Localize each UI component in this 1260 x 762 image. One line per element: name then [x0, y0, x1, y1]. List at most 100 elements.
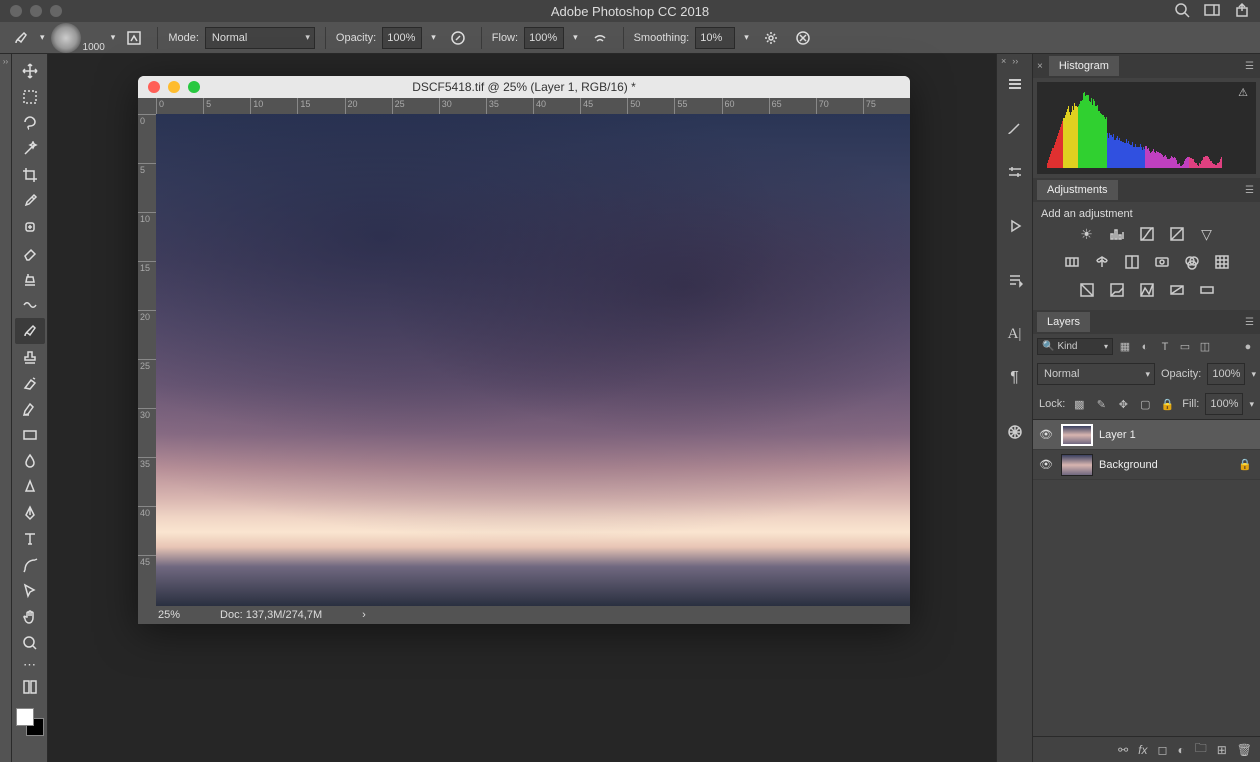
filter-type-icon[interactable]: T	[1157, 339, 1173, 355]
edit-toolbar-icon[interactable]	[15, 674, 45, 700]
mixer-icon[interactable]	[1183, 253, 1201, 271]
fill-value[interactable]: 100%	[1205, 393, 1243, 415]
histogram-body[interactable]: ⚠	[1037, 82, 1256, 174]
smoothing-chevron[interactable]: ▾	[741, 32, 752, 43]
bucket-tool[interactable]	[15, 422, 45, 448]
stamp-tool[interactable]	[15, 344, 45, 370]
gradient-map-icon[interactable]	[1198, 281, 1216, 299]
link-icon[interactable]: ⚯	[1118, 743, 1128, 757]
pressure-opacity-icon[interactable]	[445, 25, 471, 51]
blur-tool[interactable]	[15, 448, 45, 474]
character-icon[interactable]: A|	[1001, 320, 1029, 348]
direct-select-tool[interactable]	[15, 578, 45, 604]
opacity-chevron[interactable]: ▾	[428, 32, 439, 43]
flow-value[interactable]: 100%	[524, 27, 564, 49]
panel-menu-icon[interactable]: ☰	[1245, 185, 1254, 196]
delete-icon[interactable]: 🗑	[1237, 743, 1252, 757]
tool-preset-chevron[interactable]: ▾	[40, 32, 45, 43]
curves-icon[interactable]	[1138, 225, 1156, 243]
photo-filter-icon[interactable]	[1153, 253, 1171, 271]
eyedropper-tool[interactable]	[15, 188, 45, 214]
layers-list[interactable]: 👁Layer 1👁Background🔒	[1033, 420, 1260, 736]
panel-menu-icon[interactable]: ☰	[1245, 61, 1254, 72]
more-tools[interactable]: ⋯	[15, 656, 45, 674]
zoom-tool[interactable]	[15, 630, 45, 656]
magic-wand-tool[interactable]	[15, 136, 45, 162]
bw-icon[interactable]	[1123, 253, 1141, 271]
flow-chevron[interactable]: ▾	[570, 32, 581, 43]
symmetry-icon[interactable]	[790, 25, 816, 51]
balance-icon[interactable]	[1093, 253, 1111, 271]
doc-info[interactable]: Doc: 137,3M/274,7M	[220, 609, 322, 621]
visibility-icon[interactable]: 👁	[1037, 458, 1055, 471]
workspace-icon[interactable]	[1204, 2, 1220, 21]
brightness-icon[interactable]: ☀	[1078, 225, 1096, 243]
close-icon[interactable]: ×	[1037, 61, 1043, 72]
vibrance-icon[interactable]: ▽	[1198, 225, 1216, 243]
pattern-tool[interactable]	[15, 292, 45, 318]
opacity-value[interactable]: 100%	[382, 27, 422, 49]
crop-tool[interactable]	[15, 162, 45, 188]
navigator-icon[interactable]	[1001, 418, 1029, 446]
histogram-tab[interactable]: × Histogram ☰	[1033, 54, 1260, 78]
filter-shape-icon[interactable]: ▭	[1177, 339, 1193, 355]
threshold-icon[interactable]	[1138, 281, 1156, 299]
layer-row[interactable]: 👁Background🔒	[1033, 450, 1260, 480]
mini-close-icon[interactable]: ×	[1001, 56, 1006, 66]
levels-icon[interactable]	[1108, 225, 1126, 243]
search-icon[interactable]	[1174, 2, 1190, 21]
brush-tool[interactable]	[15, 318, 45, 344]
warning-icon[interactable]: ⚠	[1238, 86, 1248, 99]
lasso-tool[interactable]	[15, 110, 45, 136]
layer-row[interactable]: 👁Layer 1	[1033, 420, 1260, 450]
selective-icon[interactable]	[1168, 281, 1186, 299]
eraser-tool[interactable]	[15, 240, 45, 266]
toolbar-gutter[interactable]: ››	[0, 54, 12, 762]
paragraph-icon[interactable]	[1001, 266, 1029, 294]
group-icon[interactable]: 🗀	[1195, 739, 1207, 760]
adjustments-tab[interactable]: Adjustments ☰	[1033, 178, 1260, 202]
lock-paint-icon[interactable]: ✎	[1093, 396, 1109, 412]
paragraph2-icon[interactable]: ¶	[1001, 364, 1029, 392]
layer-name[interactable]: Background	[1099, 459, 1232, 471]
doc-min-dot[interactable]	[168, 81, 180, 93]
dodge-tool[interactable]	[15, 474, 45, 500]
lock-artboard-icon[interactable]: ▢	[1137, 396, 1153, 412]
filter-toggle-icon[interactable]: ●	[1240, 339, 1256, 355]
hand-tool[interactable]	[15, 604, 45, 630]
zoom-level[interactable]: 25%	[158, 609, 180, 621]
canvas[interactable]	[156, 114, 910, 606]
document-titlebar[interactable]: DSCF5418.tif @ 25% (Layer 1, RGB/16) *	[138, 76, 910, 98]
gradient-tool[interactable]	[15, 396, 45, 422]
fx-icon[interactable]: fx	[1138, 743, 1147, 757]
smoothing-gear-icon[interactable]	[758, 25, 784, 51]
exposure-icon[interactable]	[1168, 225, 1186, 243]
layer-thumbnail[interactable]	[1061, 454, 1093, 476]
lock-position-icon[interactable]: ✥	[1115, 396, 1131, 412]
layer-kind-select[interactable]: 🔍Kind	[1037, 338, 1113, 355]
history-brush-tool[interactable]	[15, 370, 45, 396]
play-icon[interactable]	[1001, 212, 1029, 240]
smoothing-value[interactable]: 10%	[695, 27, 735, 49]
new-layer-icon[interactable]: ⊞	[1217, 743, 1227, 757]
lut-icon[interactable]	[1213, 253, 1231, 271]
doc-close-dot[interactable]	[148, 81, 160, 93]
brush-settings2-icon[interactable]	[1001, 158, 1029, 186]
healing-tool[interactable]	[15, 214, 45, 240]
hue-icon[interactable]	[1063, 253, 1081, 271]
max-dot[interactable]	[50, 5, 62, 17]
pen-tool[interactable]	[15, 500, 45, 526]
opacity-chevron[interactable]: ▾	[1251, 369, 1256, 380]
blend-mode-select[interactable]: Normal	[1037, 363, 1155, 385]
layers-tab[interactable]: Layers ☰	[1033, 310, 1260, 334]
brush-preview[interactable]	[51, 23, 81, 53]
mask-icon[interactable]: ◻	[1157, 743, 1167, 757]
path-tool[interactable]	[15, 552, 45, 578]
mini-expand-icon[interactable]: ››	[1012, 56, 1018, 66]
lock-all-icon[interactable]: 🔒	[1159, 396, 1175, 412]
move-tool[interactable]	[15, 58, 45, 84]
filter-adjust-icon[interactable]: ◐	[1137, 339, 1153, 355]
lock-transparent-icon[interactable]: ▩	[1071, 396, 1087, 412]
layer-thumbnail[interactable]	[1061, 424, 1093, 446]
doc-max-dot[interactable]	[188, 81, 200, 93]
